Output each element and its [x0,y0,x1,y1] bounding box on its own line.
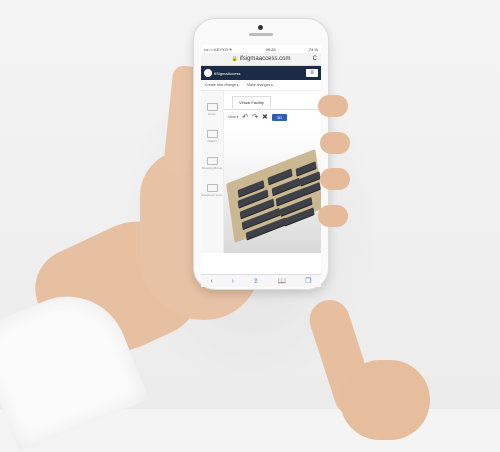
brand-logo-icon [204,69,212,77]
sidebar: Home Objects Browsing Boxes Equipment It… [201,91,224,253]
phone-screen: •••○○ KEYYO ✈ 09:26 74 % 🔒 ifsigmaaccess… [201,45,321,287]
subnav-item-make[interactable]: Make changes ▸ [247,83,273,87]
sidebar-label: Objects [207,139,217,143]
left-finger [320,168,350,190]
view-3d-button[interactable]: 3D [271,113,288,121]
right-palm [340,360,430,440]
sidebar-label: Home [208,112,216,116]
hamburger-icon: ≡ [310,70,314,76]
forward-icon[interactable]: › [232,278,234,285]
clock: 09:26 [265,46,276,52]
view-dropdown[interactable]: View ▾ [228,115,238,119]
3d-viewport[interactable] [224,129,321,253]
left-finger [318,95,348,117]
bookmarks-icon[interactable]: 📖 [278,277,287,285]
address-bar[interactable]: 🔒 ifsigmaaccess.com C [201,53,321,66]
left-finger [320,132,350,154]
sidebar-label: Browsing Boxes [201,166,223,170]
home-icon [206,103,218,111]
home-button[interactable] [252,277,270,283]
redo-icon[interactable]: ↷ [252,113,258,121]
smartphone: •••○○ KEYYO ✈ 09:26 74 % 🔒 ifsigmaaccess… [193,18,329,290]
equipment-icon [206,184,218,192]
content-area: Home Objects Browsing Boxes Equipment It… [201,91,321,253]
sidebar-label: Equipment Items [201,193,223,197]
carrier-label: •••○○ KEYYO ✈ [204,46,233,52]
subnav: Create new change ▸ Make changes ▸ [201,80,321,91]
sidebar-item-home[interactable]: Home [206,103,218,116]
lock-icon: 🔒 [231,56,238,62]
undo-icon[interactable]: ↶ [242,113,248,121]
front-camera [258,25,263,30]
reload-icon[interactable]: C [313,56,317,62]
sidebar-item-browsing[interactable]: Browsing Boxes [202,157,222,170]
status-bar: •••○○ KEYYO ✈ 09:26 74 % [201,45,321,53]
objects-icon [206,130,218,138]
app-header: 6SigmaAccess ≡ [201,66,321,80]
back-icon[interactable]: ‹ [210,278,212,285]
sidebar-item-equipment[interactable]: Equipment Items [202,184,223,197]
url-text: ifsigmaaccess.com [239,56,291,62]
close-icon[interactable]: ✖ [262,113,268,121]
toolbar: View ▾ ↶ ↷ ✖ 3D [224,109,321,124]
brand-name: 6SigmaAccess [214,70,241,76]
subnav-item-create[interactable]: Create new change ▸ [205,83,239,87]
battery-label: 74 % [308,46,318,52]
sidebar-item-objects[interactable]: Objects [206,130,218,143]
tab-virtual-facility[interactable]: Virtual Facility [232,96,271,108]
box-icon [206,157,218,165]
left-finger [318,205,348,227]
tabs-icon[interactable]: ❐ [305,277,311,285]
menu-button[interactable]: ≡ [306,69,318,77]
earpiece-speaker [249,33,273,36]
main-panel: Virtual Facility View ▾ ↶ ↷ ✖ 3D [224,91,321,253]
